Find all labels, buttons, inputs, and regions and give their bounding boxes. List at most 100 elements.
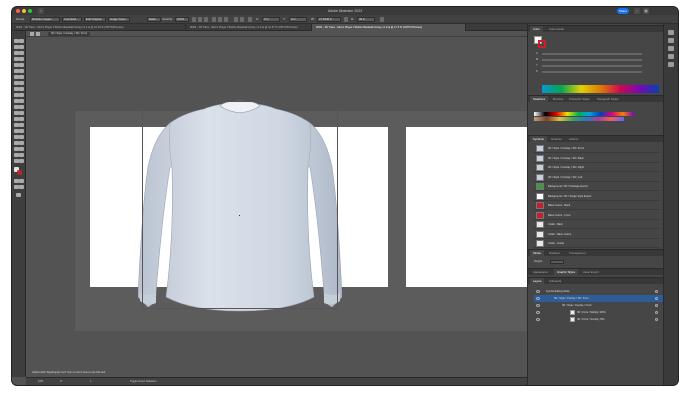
symbol-item[interactable]: Background / 3D / Package Export xyxy=(534,182,659,191)
tab-gradient[interactable]: Gradient xyxy=(546,250,563,257)
stroke-color-icon[interactable] xyxy=(17,170,22,175)
color-spectrum[interactable] xyxy=(542,85,659,93)
document-tab-active[interactable]: 3D02 - 3D Trace - Men's Player 2 Button … xyxy=(312,24,466,31)
distribute-space-icon[interactable] xyxy=(240,17,244,22)
visibility-eye-icon[interactable] xyxy=(536,318,540,321)
y-field[interactable]: 0 in xyxy=(289,17,307,22)
layer-target-icon[interactable] xyxy=(655,297,658,300)
layer-target-icon[interactable] xyxy=(655,318,658,321)
tab-stroke[interactable]: Stroke xyxy=(530,250,545,257)
properties-icon[interactable] xyxy=(668,30,674,35)
unembed-button[interactable]: Unembed xyxy=(62,17,82,22)
symbol-item[interactable]: 3D / Style / Overlay / 3D / Right xyxy=(534,163,659,172)
symbol-item[interactable]: 3D / Style / Overlay / 3D / Left xyxy=(534,173,659,182)
visibility-eye-icon[interactable] xyxy=(536,290,540,293)
color-slider-c[interactable] xyxy=(542,53,642,55)
color-slider-m[interactable] xyxy=(542,59,642,61)
layer-target-icon[interactable] xyxy=(655,311,658,314)
rotation-value[interactable]: 0° xyxy=(60,380,62,384)
tab-layers[interactable]: Layers xyxy=(530,278,545,285)
layer-row[interactable]: 3D / Front / Overlay 70% xyxy=(534,316,664,323)
align-center-icon[interactable] xyxy=(198,17,202,22)
tab-color[interactable]: Color xyxy=(530,26,543,33)
print-tiling-tool-icon[interactable] xyxy=(19,123,24,127)
tab-symbols[interactable]: Symbols xyxy=(530,136,547,143)
pathfinder-icon[interactable] xyxy=(668,62,674,67)
tab-asset-export[interactable]: Asset Export xyxy=(580,269,602,276)
blend-tool-icon[interactable] xyxy=(19,99,24,103)
mask-button[interactable]: Mask xyxy=(147,17,161,22)
visibility-eye-icon[interactable] xyxy=(536,297,540,300)
tab-color-guide[interactable]: Color Guide xyxy=(546,26,567,33)
swatch-row-2[interactable] xyxy=(534,117,624,121)
symbol-item[interactable]: Background / 3D / Single Style Export xyxy=(534,192,659,201)
zoom-tool-icon[interactable] xyxy=(19,117,24,121)
search-icon[interactable]: ⌕ xyxy=(634,8,640,14)
symbol-item[interactable]: Base Colors - Back xyxy=(534,201,659,210)
symbol-item[interactable]: Base Colors - Front xyxy=(534,211,659,220)
scale-tool-icon[interactable] xyxy=(19,75,24,79)
color-slider-y[interactable] xyxy=(542,65,642,67)
tab-brushes[interactable]: Brushes xyxy=(550,96,566,103)
stroke-swatch[interactable] xyxy=(538,40,546,48)
gradient-tool-icon[interactable] xyxy=(19,93,24,97)
gradient-mode-icon[interactable] xyxy=(19,179,24,183)
share-button[interactable]: Share xyxy=(617,8,629,14)
h-field[interactable]: 30 in xyxy=(357,17,375,22)
visibility-eye-icon[interactable] xyxy=(536,311,540,314)
transform-icon[interactable] xyxy=(248,17,252,22)
layer-target-icon[interactable] xyxy=(655,290,658,293)
color-slider-k[interactable] xyxy=(542,71,642,73)
layer-row[interactable]: 3D / Style / Overlay / Front xyxy=(534,302,664,309)
links-icon[interactable] xyxy=(668,46,674,51)
distribute-icon[interactable] xyxy=(234,17,238,22)
swatch-row-1[interactable] xyxy=(534,112,634,116)
more-options-icon[interactable] xyxy=(380,17,384,22)
selection-bounding-box[interactable] xyxy=(142,101,338,309)
lasso-tool-icon[interactable] xyxy=(19,45,24,49)
artboard-number[interactable]: 1 xyxy=(90,380,91,384)
edit-toolbar-icon[interactable] xyxy=(16,193,21,197)
tab-appearance[interactable]: Appearance xyxy=(530,269,551,276)
scissors-tool-icon[interactable] xyxy=(19,129,24,133)
align-middle-icon[interactable] xyxy=(218,17,222,22)
canvas-area[interactable] xyxy=(26,37,527,377)
tab-swatches[interactable]: Swatches xyxy=(530,96,549,103)
align-icon[interactable] xyxy=(668,54,674,59)
workspace-icon[interactable]: ▦ xyxy=(643,8,649,14)
image-trace-button[interactable]: Image Trace xyxy=(108,17,130,22)
align-bottom-icon[interactable] xyxy=(224,17,228,22)
symbol-item[interactable]: Collar - Base Colors xyxy=(534,230,659,239)
x-field[interactable]: 0 in xyxy=(262,17,280,22)
tab-paragraph-styles[interactable]: Paragraph Styles xyxy=(594,96,621,103)
smooth-tool-icon[interactable] xyxy=(19,141,24,145)
tab-graphic-styles[interactable]: Graphic Styles xyxy=(554,269,579,276)
back-arrow-icon[interactable] xyxy=(30,32,34,36)
direct-selection-tool-icon[interactable] xyxy=(19,39,24,43)
symbol-item[interactable]: 3D / Style / Overlay / 3D / Back xyxy=(534,154,659,163)
layer-target-icon[interactable] xyxy=(655,304,658,307)
anchor-tool-icon[interactable] xyxy=(19,147,24,151)
libraries-icon[interactable] xyxy=(668,38,674,43)
layer-row[interactable]: Symbol Editing Mode xyxy=(534,288,664,295)
breadcrumb[interactable]: 3D / Style / Overlay / 3D / Front xyxy=(48,32,91,36)
align-right-icon[interactable] xyxy=(204,17,208,22)
symbol-item[interactable]: Collar - Inside xyxy=(534,239,659,248)
slice-tool-icon[interactable] xyxy=(19,111,24,115)
tab-character-styles[interactable]: Character Styles xyxy=(566,96,593,103)
tab-transparency[interactable]: Transparency xyxy=(566,250,589,257)
symbol-item[interactable]: Collar - Back xyxy=(534,220,659,229)
curvature-tool-icon[interactable] xyxy=(19,51,24,55)
opacity-field[interactable]: 100% xyxy=(175,17,189,22)
w-field[interactable]: 27.5048 in xyxy=(317,17,341,22)
artboard-2[interactable] xyxy=(406,127,527,287)
zoom-level[interactable]: 16% xyxy=(38,380,43,384)
tab-artboards[interactable]: Artboards xyxy=(546,278,564,285)
column-graph-tool-icon[interactable] xyxy=(19,105,24,109)
layer-row[interactable]: 3D / Front / Multiply 100% xyxy=(534,309,664,316)
edit-original-button[interactable]: Edit Original xyxy=(84,17,106,22)
document-tab[interactable]: 3D02 - 3D Trace - Men's Player 2 Button … xyxy=(186,24,312,31)
line-tool-icon[interactable] xyxy=(19,57,24,61)
tab-libraries[interactable]: Libraries xyxy=(548,136,565,143)
perspective-grid-tool-icon[interactable] xyxy=(19,87,24,91)
